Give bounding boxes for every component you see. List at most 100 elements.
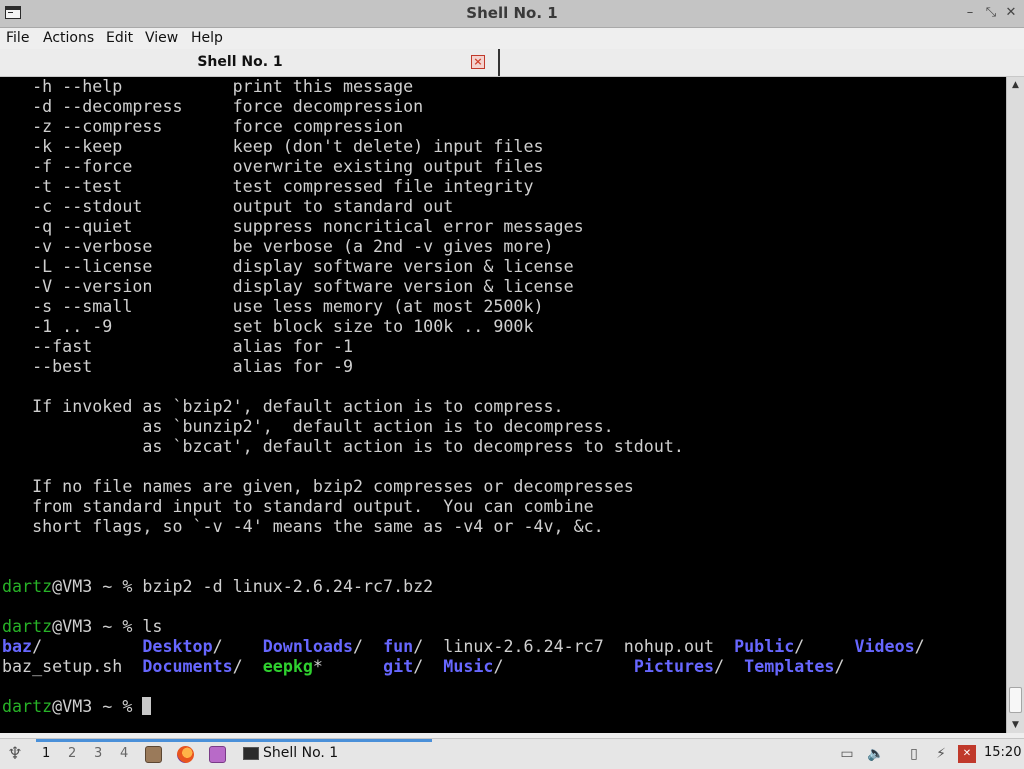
terminal-line: -c --stdout output to standard out [2, 197, 925, 217]
terminal-text: baz [2, 637, 33, 656]
terminal-text: eepkg [262, 657, 313, 676]
terminal-text: --fast alias for -1 [2, 337, 353, 356]
menu-view[interactable]: View [145, 30, 178, 46]
workspace-1[interactable]: 1 [42, 746, 50, 761]
terminal-text: / [914, 637, 925, 656]
tab-label: Shell No. 1 [197, 54, 283, 70]
terminal-line: as `bzcat', default action is to decompr… [2, 437, 925, 457]
terminal-line: If invoked as `bzip2', default action is… [2, 397, 925, 417]
menu-bar: File Actions Edit View Help [0, 28, 1024, 49]
scroll-up-arrow-icon[interactable]: ▲ [1007, 77, 1024, 93]
terminal-text: / [32, 637, 143, 656]
terminal-line: -v --verbose be verbose (a 2nd -v gives … [2, 237, 925, 257]
terminal-line: from standard input to standard output. … [2, 497, 925, 517]
tab-shell-1[interactable]: Shell No. 1 × [0, 49, 500, 76]
volume-icon[interactable]: 🔈 [867, 745, 885, 763]
keyboard-flag-icon[interactable]: ✕ [958, 745, 976, 763]
terminal-text: -s --small use less memory (at most 2500… [2, 297, 544, 316]
menu-help[interactable]: Help [191, 30, 223, 46]
terminal-text: dartz [2, 617, 53, 636]
disk-icon[interactable]: ▭ [838, 745, 856, 763]
terminal-text: short flags, so `-v -4' means the same a… [2, 517, 604, 536]
terminal-text: --best alias for -9 [2, 357, 353, 376]
terminal-line: If no file names are given, bzip2 compre… [2, 477, 925, 497]
workspace-3[interactable]: 3 [94, 746, 102, 761]
terminal-output[interactable]: -h --help print this message -d --decomp… [0, 77, 1006, 733]
terminal-line: --fast alias for -1 [2, 337, 925, 357]
terminal-cursor [142, 697, 152, 715]
terminal-line: -h --help print this message [2, 77, 925, 97]
menu-edit[interactable]: Edit [106, 30, 133, 46]
terminal-text: * [312, 657, 384, 676]
terminal-line: dartz@VM3 ~ % bzip2 -d linux-2.6.24-rc7.… [2, 577, 925, 597]
terminal-text: as `bzcat', default action is to decompr… [2, 437, 684, 456]
task-label: Shell No. 1 [263, 745, 339, 761]
terminal-text: from standard input to standard output. … [2, 497, 594, 516]
scroll-thumb[interactable] [1009, 687, 1022, 713]
menu-file[interactable]: File [6, 30, 29, 46]
terminal-text: @VM3 ~ % bzip2 -d linux-2.6.24-rc7.bz2 [52, 577, 434, 596]
terminal-line: baz_setup.sh Documents/ eepkg* git/ Musi… [2, 657, 925, 677]
task-shell-1[interactable]: Shell No. 1 [240, 742, 432, 766]
terminal-text: Desktop [142, 637, 213, 656]
terminal-text: -k --keep keep (don't delete) input file… [2, 137, 544, 156]
network-icon[interactable]: ⚡ [932, 745, 950, 763]
terminal-text: @VM3 ~ % ls [52, 617, 163, 636]
terminal-lines: -h --help print this message -d --decomp… [2, 77, 925, 717]
terminal-line: -s --small use less memory (at most 2500… [2, 297, 925, 317]
title-bar: Shell No. 1 – ⤡ ✕ [0, 0, 1024, 28]
clock: 15:20 [984, 745, 1022, 760]
terminal-text: as `bunzip2', default action is to decom… [2, 417, 614, 436]
workspace-4[interactable]: 4 [120, 746, 128, 761]
terminal-task-icon [243, 747, 259, 760]
terminal-launcher-icon[interactable] [209, 746, 226, 763]
tab-bar: Shell No. 1 × [0, 49, 1024, 77]
terminal-text: If no file names are given, bzip2 compre… [2, 477, 634, 496]
terminal-text: Videos [854, 637, 915, 656]
terminal-line: -t --test test compressed file integrity [2, 177, 925, 197]
terminal-line: -V --version display software version & … [2, 277, 925, 297]
terminal-text: @VM3 ~ % [52, 697, 143, 716]
menu-actions[interactable]: Actions [43, 30, 94, 46]
terminal-line: -q --quiet suppress noncritical error me… [2, 217, 925, 237]
terminal-line: -d --decompress force decompression [2, 97, 925, 117]
vertical-scrollbar[interactable]: ▲ ▼ [1006, 77, 1024, 733]
terminal-text: Downloads [262, 637, 354, 656]
terminal-text: / [353, 637, 384, 656]
tab-close-icon[interactable]: × [471, 55, 485, 69]
terminal-text: Public [734, 637, 795, 656]
file-manager-icon[interactable] [145, 746, 162, 763]
terminal-text: -1 .. -9 set block size to 100k .. 900k [2, 317, 534, 336]
workspace-2[interactable]: 2 [68, 746, 76, 761]
terminal-line: -1 .. -9 set block size to 100k .. 900k [2, 317, 925, 337]
terminal-text: -h --help print this message [2, 77, 414, 96]
clipboard-icon[interactable]: ▯ [905, 745, 923, 763]
terminal-line: -f --force overwrite existing output fil… [2, 157, 925, 177]
terminal-text: -q --quiet suppress noncritical error me… [2, 217, 584, 236]
terminal-text: -f --force overwrite existing output fil… [2, 157, 544, 176]
terminal-text: -d --decompress force decompression [2, 97, 424, 116]
terminal-text: / [834, 657, 845, 676]
terminal-text: / [493, 657, 634, 676]
terminal-text: Music [443, 657, 494, 676]
terminal-line: --best alias for -9 [2, 357, 925, 377]
minimize-button[interactable]: – [962, 5, 978, 21]
terminal-line: dartz@VM3 ~ % [2, 697, 925, 717]
start-menu-icon[interactable]: ♆ [5, 744, 25, 764]
terminal-text: Documents [142, 657, 233, 676]
window-title: Shell No. 1 [466, 4, 558, 22]
firefox-icon[interactable] [177, 746, 194, 763]
terminal-line: -k --keep keep (don't delete) input file… [2, 137, 925, 157]
scroll-down-arrow-icon[interactable]: ▼ [1007, 717, 1024, 733]
terminal-text: / [714, 657, 745, 676]
terminal-text: -c --stdout output to standard out [2, 197, 454, 216]
terminal-text: Pictures [633, 657, 715, 676]
close-button[interactable]: ✕ [1003, 5, 1019, 21]
terminal-text: -t --test test compressed file integrity [2, 177, 534, 196]
maximize-button[interactable]: ⤡ [983, 5, 999, 21]
terminal-line: baz/ Desktop/ Downloads/ fun/ linux-2.6.… [2, 637, 925, 657]
